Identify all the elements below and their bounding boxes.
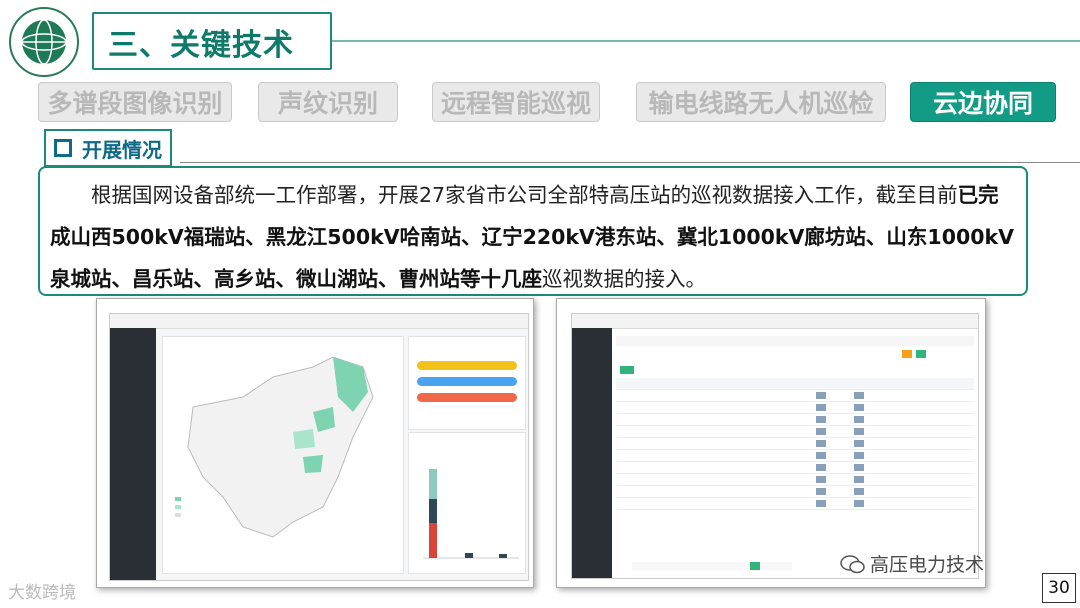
page-title: 三、关键技术 — [108, 28, 294, 63]
bottom-watermark-text: 大数跨境 — [8, 583, 76, 603]
table-row — [616, 498, 974, 510]
sidebar — [110, 328, 156, 580]
data-table — [616, 378, 974, 528]
table-row — [616, 450, 974, 462]
filter-bar — [616, 336, 974, 346]
map-panel — [162, 336, 404, 574]
section-heading: 开展情况 — [44, 129, 172, 167]
tab-label: 输电线路无人机巡检 — [648, 89, 874, 118]
status-pill-blue — [417, 377, 517, 386]
go-button — [750, 562, 760, 570]
tab-cloud-edge[interactable]: 云边协同 — [910, 82, 1056, 122]
table-row — [616, 462, 974, 474]
sidebar — [572, 328, 612, 578]
section-rule — [180, 162, 1080, 163]
page-number: 30 — [1042, 573, 1076, 603]
wechat-watermark: 高压电力技术 — [840, 550, 984, 577]
tab-multispectral[interactable]: 多谱段图像识别 — [38, 82, 232, 122]
title-box: 三、关键技术 — [92, 12, 332, 70]
search-button — [902, 350, 912, 358]
tab-label: 云边协同 — [932, 89, 1033, 118]
tab-voiceprint[interactable]: 声纹识别 — [258, 82, 398, 122]
wechat-watermark-text: 高压电力技术 — [870, 554, 985, 576]
table-row — [616, 486, 974, 498]
table-header-row — [616, 378, 974, 390]
dashboard-screenshot-left — [96, 298, 534, 588]
body-text-box: 根据国网设备部统一工作部署，开展27家省市公司全部特高压站的巡视数据接入工作，截… — [38, 166, 1028, 296]
status-panel — [408, 336, 526, 430]
bottom-watermark: 大数跨境 — [8, 578, 76, 603]
table-row — [616, 474, 974, 486]
section-heading-text: 开展情况 — [82, 137, 162, 162]
china-map-icon — [175, 356, 374, 538]
body-text: 根据国网设备部统一工作部署，开展27家省市公司全部特高压站的巡视数据接入工作，截… — [50, 183, 958, 207]
bar-chart-icon — [423, 469, 519, 559]
state-grid-logo — [9, 7, 79, 77]
table-screenshot-right — [556, 298, 986, 588]
wechat-icon — [840, 554, 865, 573]
export-button — [620, 366, 634, 374]
tab-label: 远程智能巡视 — [440, 89, 591, 118]
square-bullet-icon — [54, 139, 72, 157]
reset-button — [916, 350, 926, 358]
table-row — [616, 426, 974, 438]
table-row — [616, 390, 974, 402]
table-row — [616, 438, 974, 450]
body-text-end: 巡视数据的接入。 — [542, 267, 706, 291]
status-pill-red — [417, 393, 517, 402]
status-pill-yellow — [417, 361, 517, 370]
bar-chart-panel — [408, 432, 526, 574]
tab-remote-patrol[interactable]: 远程智能巡视 — [432, 82, 600, 122]
browser-bar — [110, 314, 528, 329]
tab-uav-inspection[interactable]: 输电线路无人机巡检 — [636, 82, 886, 122]
table-row — [616, 402, 974, 414]
pagination — [632, 562, 792, 570]
tab-label: 多谱段图像识别 — [47, 89, 223, 118]
tab-label: 声纹识别 — [277, 89, 378, 118]
table-row — [616, 414, 974, 426]
title-rule — [330, 40, 1080, 42]
browser-bar — [572, 314, 978, 329]
